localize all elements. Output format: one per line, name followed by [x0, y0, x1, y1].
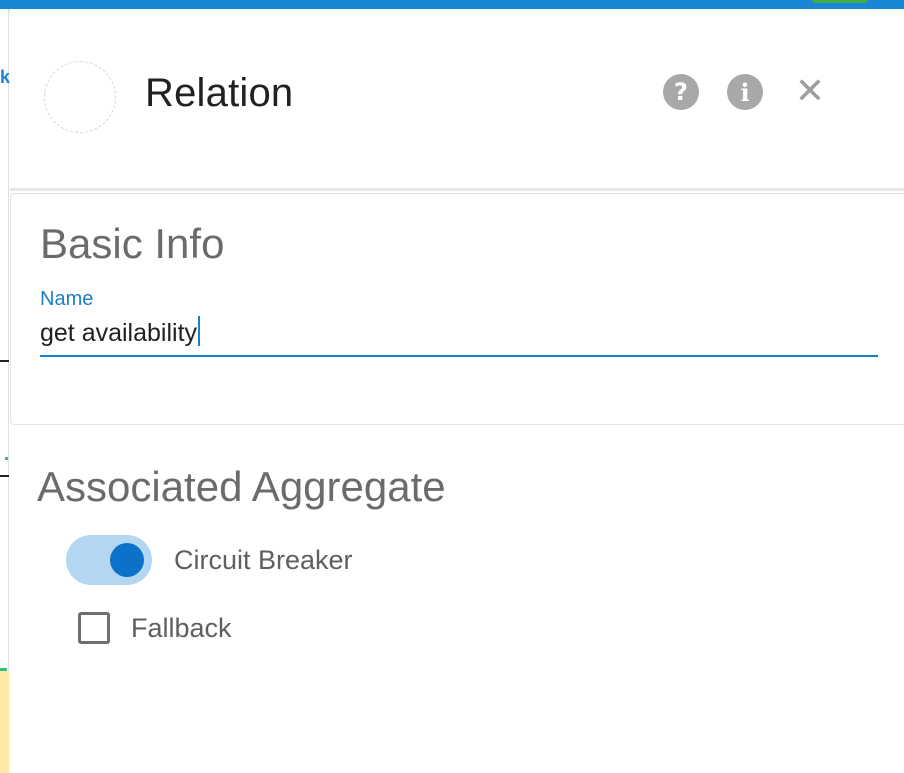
- name-input-value: get availability: [40, 316, 201, 348]
- header-divider: [10, 188, 904, 191]
- background-text-fragment: k: [0, 67, 11, 87]
- circuit-breaker-toggle[interactable]: [66, 535, 152, 585]
- help-button[interactable]: ?: [662, 73, 700, 111]
- app-top-bar: [0, 0, 904, 9]
- circuit-breaker-label: Circuit Breaker: [174, 544, 353, 575]
- relation-side-panel: Relation ? i ✕ Basic Info Name get avail…: [10, 9, 904, 764]
- name-input[interactable]: get availability: [40, 313, 878, 357]
- circuit-breaker-toggle-row[interactable]: Circuit Breaker: [66, 534, 353, 586]
- fallback-checkbox[interactable]: [78, 612, 110, 644]
- info-icon: i: [727, 74, 763, 110]
- fallback-label: Fallback: [131, 612, 232, 643]
- relation-avatar: [44, 61, 116, 133]
- background-highlight-block: [0, 671, 9, 773]
- name-field-label: Name: [40, 288, 94, 310]
- close-button[interactable]: ✕: [791, 73, 829, 111]
- panel-header: Relation ? i ✕: [10, 9, 904, 189]
- basic-info-heading: Basic Info: [40, 220, 225, 267]
- info-button[interactable]: i: [726, 73, 764, 111]
- basic-info-card: Basic Info Name get availability: [10, 193, 904, 425]
- fallback-checkbox-row[interactable]: Fallback: [78, 612, 232, 644]
- text-caret: [198, 316, 201, 346]
- background-page-strip: k: [0, 9, 11, 773]
- panel-title: Relation: [145, 71, 294, 115]
- associated-aggregate-heading: Associated Aggregate: [37, 463, 446, 510]
- background-green-mark: [5, 457, 8, 460]
- background-divider-line: [0, 360, 9, 362]
- close-icon: ✕: [794, 71, 826, 112]
- top-bar-status-chip: [812, 0, 868, 3]
- toggle-thumb: [110, 543, 144, 577]
- help-icon: ?: [663, 74, 699, 110]
- background-divider-line: [0, 475, 9, 477]
